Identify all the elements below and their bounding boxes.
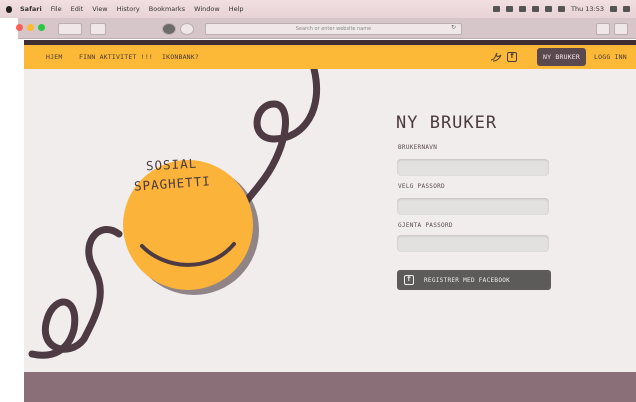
nav-new-user[interactable]: NY BRUKER bbox=[537, 48, 587, 66]
menu-view[interactable]: View bbox=[92, 5, 107, 13]
register-facebook-button[interactable]: f REGISTRER MED FACEBOOK bbox=[397, 270, 551, 290]
zoom-window-button[interactable] bbox=[38, 24, 45, 31]
menu-help[interactable]: Help bbox=[229, 5, 244, 13]
status-icon[interactable] bbox=[518, 6, 526, 12]
status-area: Thu 13:53 bbox=[492, 5, 630, 13]
username-label: BRUKERNAVN bbox=[398, 144, 438, 151]
facebook-icon-glyph: f bbox=[507, 52, 517, 62]
volume-icon[interactable] bbox=[544, 6, 552, 12]
clock[interactable]: Thu 13:53 bbox=[571, 5, 604, 13]
menu-edit[interactable]: Edit bbox=[71, 5, 84, 13]
menu-window[interactable]: Window bbox=[194, 5, 220, 13]
sidebar-button[interactable] bbox=[90, 23, 106, 35]
status-icon[interactable] bbox=[492, 6, 500, 12]
website-viewport: HJEM FINN AKTIVITET !!! IKONBANK? f NY B… bbox=[24, 40, 636, 402]
share-button[interactable] bbox=[596, 23, 610, 35]
password-label: VELG PASSORD bbox=[398, 183, 445, 190]
spaghetti-illustration bbox=[28, 69, 321, 359]
nav-home[interactable]: HJEM bbox=[46, 45, 62, 69]
bird-icon[interactable] bbox=[490, 51, 502, 63]
wifi-icon[interactable] bbox=[531, 6, 539, 12]
noodle-bottom bbox=[28, 226, 123, 359]
status-icon[interactable] bbox=[505, 6, 513, 12]
facebook-icon: f bbox=[404, 275, 414, 285]
site-nav: HJEM FINN AKTIVITET !!! IKONBANK? f NY B… bbox=[24, 45, 636, 69]
facebook-icon[interactable]: f bbox=[506, 51, 518, 63]
extension-icon[interactable] bbox=[180, 23, 194, 35]
password-repeat-label: GJENTA PASSORD bbox=[398, 222, 453, 229]
menu-list-icon[interactable] bbox=[623, 6, 630, 12]
window-controls bbox=[16, 24, 45, 31]
username-input[interactable] bbox=[397, 159, 549, 176]
menu-app-name[interactable]: Safari bbox=[20, 5, 42, 13]
register-facebook-label: REGISTRER MED FACEBOOK bbox=[424, 276, 511, 284]
minimize-window-button[interactable] bbox=[27, 24, 34, 31]
battery-icon[interactable] bbox=[557, 6, 565, 12]
nav-icon-bank[interactable]: IKONBANK? bbox=[162, 45, 199, 69]
nav-login[interactable]: LOGG INN bbox=[594, 45, 627, 69]
reload-icon[interactable]: ↻ bbox=[451, 23, 457, 33]
password-input[interactable] bbox=[397, 198, 549, 215]
address-bar[interactable]: Search or enter website name bbox=[205, 23, 462, 35]
menu-file[interactable]: File bbox=[51, 5, 62, 13]
close-window-button[interactable] bbox=[16, 24, 23, 31]
page-title: NY BRUKER bbox=[396, 113, 498, 133]
back-forward-buttons[interactable] bbox=[58, 23, 82, 35]
site-footer bbox=[24, 372, 636, 402]
system-menu-bar: Safari File Edit View History Bookmarks … bbox=[0, 0, 636, 18]
tabs-button[interactable] bbox=[614, 23, 628, 35]
menu-history[interactable]: History bbox=[117, 5, 140, 13]
extension-icon[interactable] bbox=[162, 23, 176, 35]
search-icon[interactable] bbox=[610, 6, 617, 12]
nav-find-activity[interactable]: FINN AKTIVITET !!! bbox=[79, 45, 153, 69]
menu-bookmarks[interactable]: Bookmarks bbox=[149, 5, 185, 13]
password-repeat-input[interactable] bbox=[397, 235, 549, 252]
apple-menu-icon[interactable] bbox=[6, 5, 12, 13]
logo-title-line1: SOSIAL bbox=[145, 155, 198, 174]
